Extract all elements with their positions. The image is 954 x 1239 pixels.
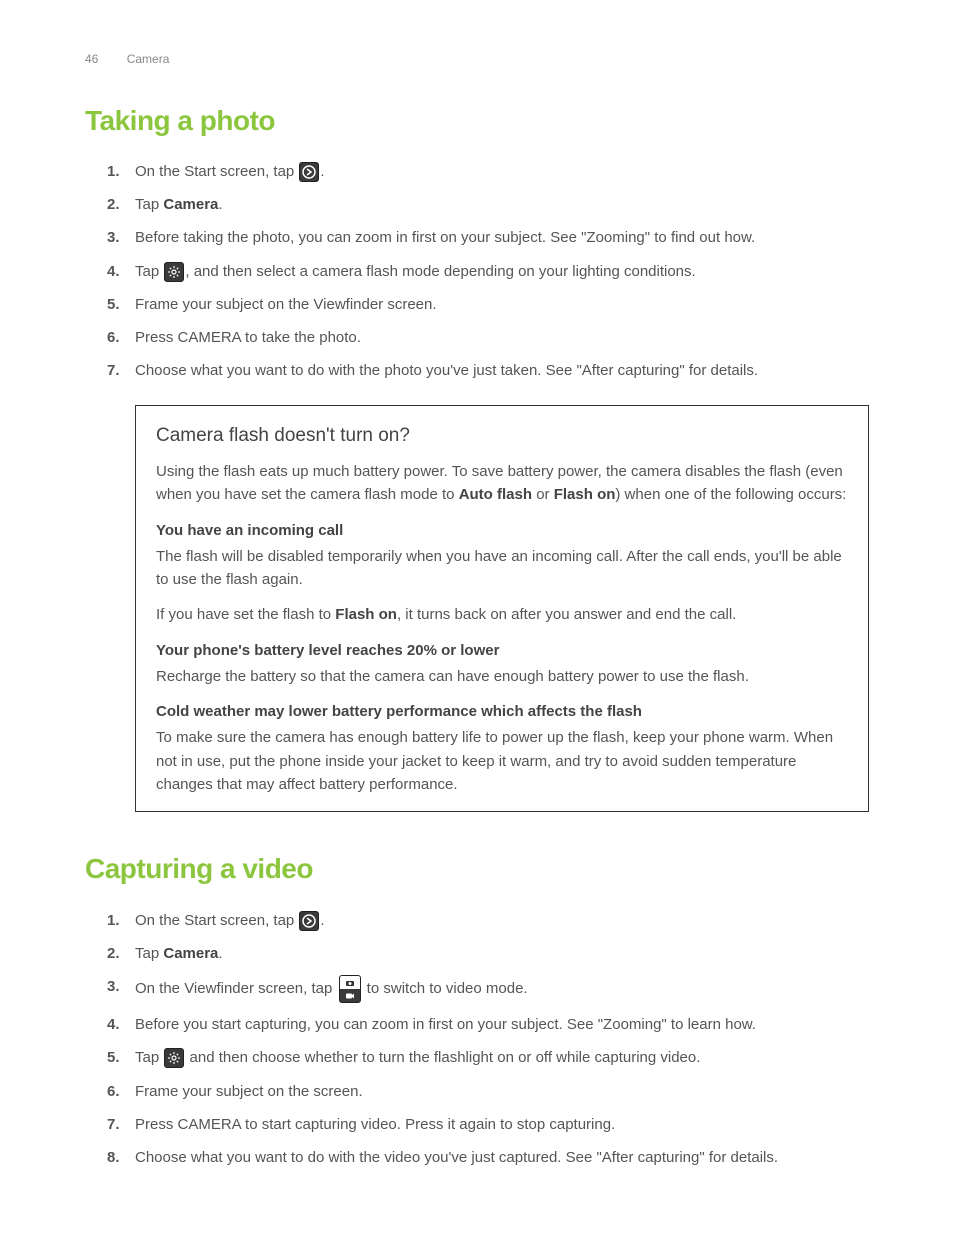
arrow-icon (299, 162, 319, 182)
step-item: Before you start capturing, you can zoom… (135, 1013, 869, 1036)
gear-icon (164, 262, 184, 282)
callout-subheading: You have an incoming call (156, 519, 848, 542)
step-item: Tap and then choose whether to turn the … (135, 1046, 869, 1069)
step-text: . (320, 163, 324, 180)
step-text: Tap (135, 945, 163, 962)
callout-subheading: Your phone's battery level reaches 20% o… (156, 639, 848, 662)
page-header: 46 Camera (85, 50, 869, 69)
step-text: On the Start screen, tap (135, 163, 298, 180)
step-item: Press CAMERA to take the photo. (135, 326, 869, 349)
step-text: . (320, 912, 324, 929)
step-text: Tap (135, 263, 163, 280)
step-item: Press CAMERA to start capturing video. P… (135, 1113, 869, 1136)
step-text: Tap (135, 196, 163, 213)
text: or (532, 486, 554, 503)
steps-taking-photo: On the Start screen, tap . Tap Camera. B… (85, 160, 869, 383)
step-item: Tap Camera. (135, 193, 869, 216)
mode-switch-icon (339, 975, 361, 1003)
callout-text: If you have set the flash to Flash on, i… (156, 603, 848, 626)
text-bold: Flash on (554, 486, 616, 503)
step-item: Frame your subject on the Viewfinder scr… (135, 293, 869, 316)
step-text: , and then select a camera flash mode de… (185, 263, 695, 280)
step-text: Press CAMERA to start capturing video. P… (135, 1116, 615, 1133)
step-text: Choose what you want to do with the vide… (135, 1149, 778, 1166)
step-text: Frame your subject on the screen. (135, 1083, 363, 1100)
text: , it turns back on after you answer and … (397, 606, 736, 623)
callout-text: To make sure the camera has enough batte… (156, 726, 848, 796)
step-item: Before taking the photo, you can zoom in… (135, 226, 869, 249)
text: If you have set the flash to (156, 606, 335, 623)
page-number: 46 (85, 52, 98, 66)
step-item: Tap Camera. (135, 942, 869, 965)
callout-title: Camera flash doesn't turn on? (156, 421, 848, 450)
text-bold: Auto flash (459, 486, 532, 503)
callout-text: The flash will be disabled temporarily w… (156, 545, 848, 592)
step-bold: Camera (163, 196, 218, 213)
section-name: Camera (127, 52, 170, 66)
arrow-icon (299, 911, 319, 931)
step-text: and then choose whether to turn the flas… (185, 1049, 700, 1066)
step-text: Before you start capturing, you can zoom… (135, 1016, 756, 1033)
text-bold: Flash on (335, 606, 397, 623)
step-bold: Camera (163, 945, 218, 962)
step-item: Tap , and then select a camera flash mod… (135, 260, 869, 283)
callout-box: Camera flash doesn't turn on? Using the … (135, 405, 869, 812)
step-text: Frame your subject on the Viewfinder scr… (135, 296, 437, 313)
heading-capturing-video: Capturing a video (85, 847, 869, 890)
step-item: Choose what you want to do with the phot… (135, 359, 869, 382)
step-item: On the Start screen, tap . (135, 160, 869, 183)
heading-taking-photo: Taking a photo (85, 99, 869, 142)
callout-subheading: Cold weather may lower battery performan… (156, 700, 848, 723)
step-text: . (218, 196, 222, 213)
step-text: Tap (135, 1049, 163, 1066)
step-text: Choose what you want to do with the phot… (135, 362, 758, 379)
step-item: Frame your subject on the screen. (135, 1080, 869, 1103)
step-item: On the Viewfinder screen, tap to switch … (135, 975, 869, 1003)
callout-text: Recharge the battery so that the camera … (156, 665, 848, 688)
step-text: . (218, 945, 222, 962)
step-text: Press CAMERA to take the photo. (135, 329, 361, 346)
step-text: On the Viewfinder screen, tap (135, 980, 337, 997)
text: ) when one of the following occurs: (615, 486, 846, 503)
step-text: Before taking the photo, you can zoom in… (135, 229, 755, 246)
step-item: On the Start screen, tap . (135, 909, 869, 932)
step-text: to switch to video mode. (363, 980, 528, 997)
steps-capturing-video: On the Start screen, tap . Tap Camera. O… (85, 909, 869, 1170)
gear-icon (164, 1048, 184, 1068)
step-text: On the Start screen, tap (135, 912, 298, 929)
callout-text: Using the flash eats up much battery pow… (156, 460, 848, 507)
step-item: Choose what you want to do with the vide… (135, 1146, 869, 1169)
